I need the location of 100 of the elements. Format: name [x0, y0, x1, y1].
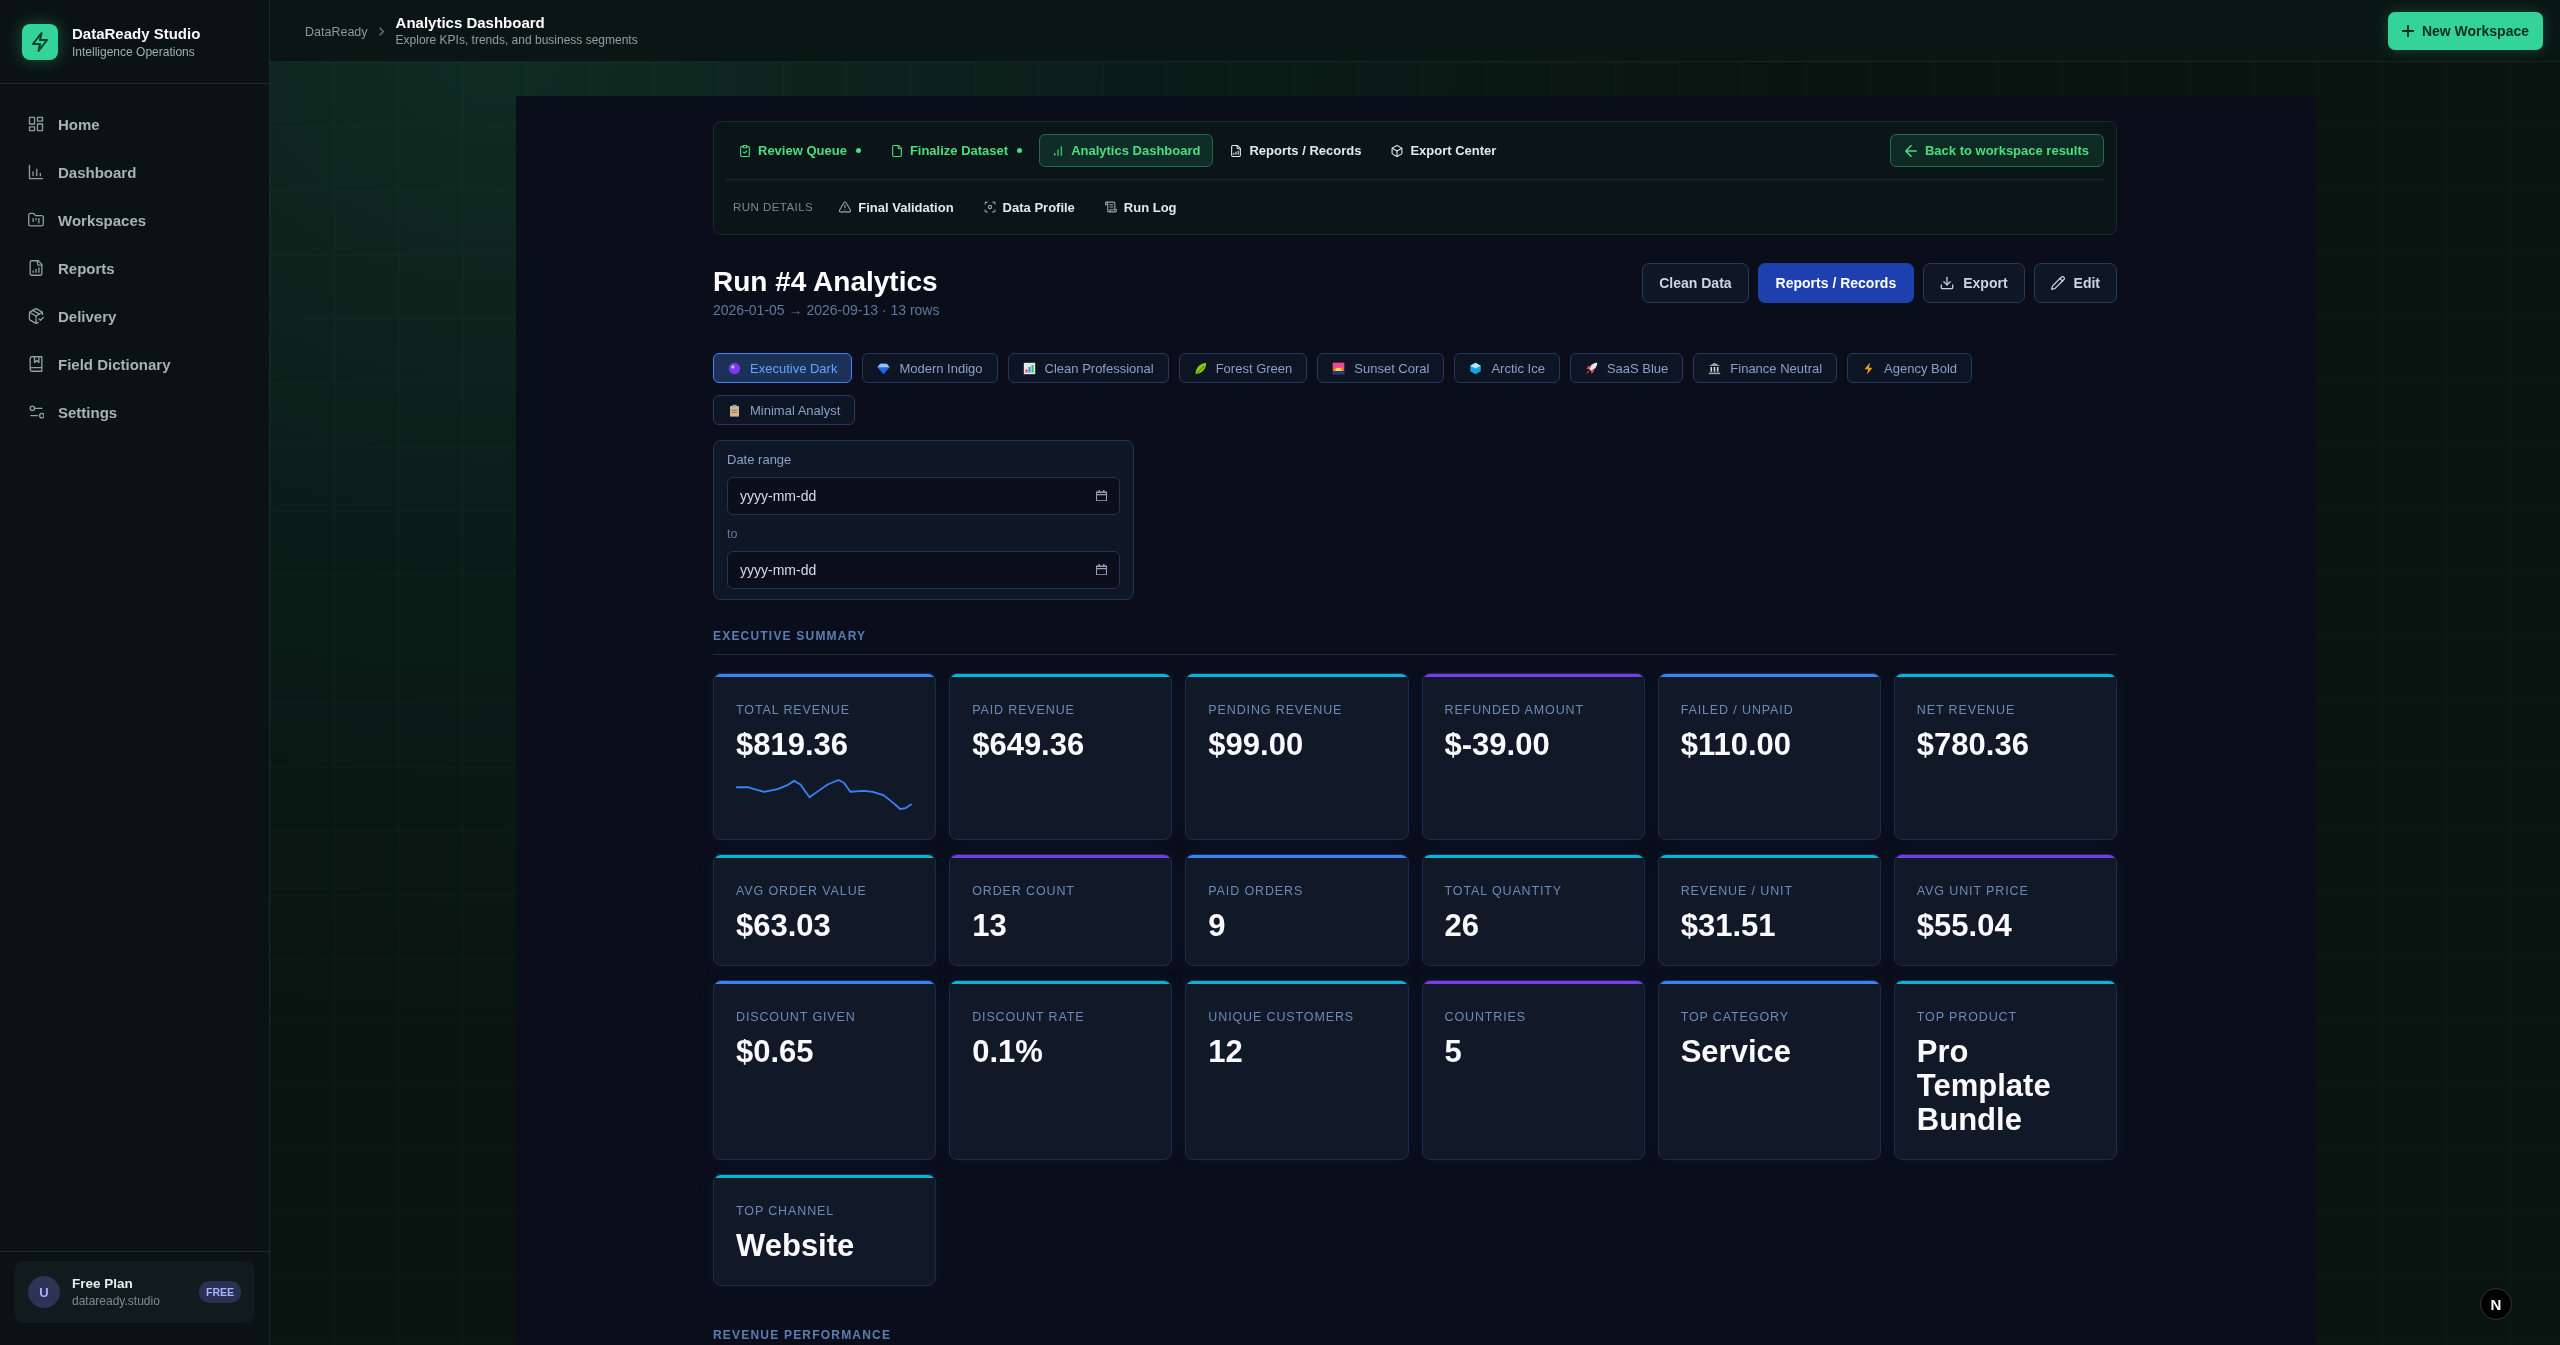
- cube-icon: [1469, 361, 1483, 375]
- kpi-value: $110.00: [1680, 728, 1792, 763]
- workflow-tab[interactable]: Review Queue: [726, 134, 874, 167]
- calendar-icon[interactable]: [1096, 564, 1107, 576]
- workflow-tab[interactable]: Reports / Records: [1217, 134, 1375, 167]
- kpi-label: PAID ORDERS: [1208, 883, 1305, 900]
- breadcrumb-link[interactable]: DataReady: [305, 24, 368, 39]
- kpi-label: NET REVENUE: [1916, 702, 2017, 719]
- kpi-label: AVG UNIT PRICE: [1916, 883, 2030, 900]
- page-title: Run #4 Analytics: [713, 266, 939, 299]
- kpi-value: $99.00: [1208, 728, 1305, 763]
- kpi-label: PENDING REVENUE: [1208, 702, 1344, 719]
- kpi-label: TOTAL QUANTITY: [1444, 883, 1564, 900]
- kpi-label: REVENUE / UNIT: [1680, 883, 1794, 900]
- new-workspace-button[interactable]: New Workspace: [2387, 11, 2543, 50]
- kpi-value: 26: [1444, 909, 1480, 944]
- plus-icon: [2401, 24, 2414, 37]
- kpi-value: $31.51: [1680, 909, 1777, 944]
- theme-chip[interactable]: Minimal Analyst: [713, 395, 856, 426]
- workflow-tab[interactable]: Finalize Dataset: [877, 134, 1036, 167]
- kpi-value: 13: [972, 909, 1008, 944]
- kpi-value: $0.65: [736, 1035, 815, 1070]
- kpi-label: TOP CHANNEL: [736, 1203, 836, 1220]
- dot-icon: [1017, 148, 1023, 153]
- action-button[interactable]: Clean Data: [1642, 263, 1749, 303]
- theme-chip[interactable]: Finance Neutral: [1693, 353, 1838, 384]
- run-detail-link[interactable]: Data Profile: [983, 199, 1075, 215]
- nav-item[interactable]: Settings: [12, 388, 257, 436]
- folder-icon: [28, 212, 44, 228]
- kpi-label: TOP PRODUCT: [1916, 1009, 2018, 1026]
- kpi-label: ORDER COUNT: [972, 883, 1076, 900]
- nav-item[interactable]: Field Dictionary: [12, 340, 257, 388]
- nav-item[interactable]: Delivery: [12, 292, 257, 340]
- document-chart-icon: [28, 260, 44, 276]
- kpi-value: 5: [1444, 1035, 1463, 1070]
- brand-tagline: Intelligence Operations: [72, 44, 196, 59]
- plan-domain: dataready.studio: [72, 1294, 161, 1308]
- nav-item[interactable]: Workspaces: [12, 196, 257, 244]
- kpi-label: DISCOUNT RATE: [972, 1009, 1086, 1026]
- theme-chip[interactable]: Arctic Ice: [1454, 353, 1560, 384]
- kpi-value: Website: [736, 1229, 856, 1264]
- leaf-icon: [1193, 361, 1207, 375]
- kpi-label: TOTAL REVENUE: [736, 702, 851, 719]
- kpi-value: Pro Template Bundle: [1916, 1035, 2052, 1138]
- kpi-label: REFUNDED AMOUNT: [1444, 702, 1586, 719]
- scan-icon: [983, 201, 996, 213]
- plan-badge: FREE: [199, 1281, 241, 1303]
- kpi-value: 12: [1208, 1035, 1244, 1070]
- bar-chart-icon: [1052, 144, 1065, 157]
- action-button[interactable]: Export: [1923, 263, 2025, 303]
- date-field[interactable]: yyyy-mm-dd: [727, 477, 1120, 516]
- run-detail-link[interactable]: Final Validation: [839, 199, 954, 215]
- workflow-tab[interactable]: Export Center: [1378, 134, 1510, 167]
- date-field[interactable]: yyyy-mm-dd: [727, 551, 1120, 590]
- orb-icon: [728, 361, 741, 375]
- theme-chip[interactable]: Agency Bold: [1847, 353, 1973, 384]
- box-check-icon: [28, 308, 44, 324]
- kpi-value: Service: [1680, 1035, 1792, 1070]
- run-meta: 2026-01-05 → 2026-09-13 · 13 rows: [713, 302, 940, 319]
- action-button[interactable]: Reports / Records: [1757, 263, 1915, 303]
- header-title: Analytics Dashboard: [395, 14, 546, 31]
- sliders-icon: [28, 404, 44, 420]
- theme-chip[interactable]: Executive Dark: [713, 353, 853, 384]
- plan-title: Free Plan: [72, 1276, 134, 1291]
- back-button[interactable]: Back to workspace results: [1889, 134, 2104, 167]
- kpi-label: COUNTRIES: [1444, 1009, 1527, 1026]
- document-chart-icon: [1230, 144, 1243, 157]
- field-label: Date range: [727, 452, 793, 469]
- section-heading: EXECUTIVE SUMMARY: [713, 629, 2117, 656]
- kpi-label: FAILED / UNPAID: [1680, 702, 1795, 719]
- kpi-value: 9: [1208, 909, 1227, 944]
- run-details-label: RUN DETAILS: [733, 201, 814, 213]
- nav-item[interactable]: Reports: [12, 244, 257, 292]
- nav-item[interactable]: Home: [12, 100, 257, 148]
- theme-chip[interactable]: Clean Professional: [1007, 353, 1169, 384]
- run-detail-link[interactable]: Run Log: [1104, 199, 1177, 215]
- book-icon: [28, 356, 44, 372]
- theme-chip[interactable]: Forest Green: [1178, 353, 1308, 384]
- nav-item[interactable]: Dashboard: [12, 148, 257, 196]
- action-button[interactable]: Edit: [2033, 263, 2117, 303]
- calendar-icon[interactable]: [1096, 490, 1107, 502]
- kpi-value: $780.36: [1916, 728, 2030, 763]
- arrow-left-icon: [1904, 144, 1917, 157]
- theme-chip[interactable]: Sunset Coral: [1317, 353, 1445, 384]
- theme-chip[interactable]: Modern Indigo: [862, 353, 998, 384]
- box-icon: [1391, 144, 1404, 157]
- clipboard-check-icon: [739, 144, 751, 157]
- kpi-label: TOP CATEGORY: [1680, 1009, 1790, 1026]
- theme-chip[interactable]: SaaS Blue: [1569, 353, 1684, 384]
- sunset-icon: [1332, 361, 1346, 375]
- gem-icon: [877, 361, 891, 375]
- separator-label: to: [727, 526, 739, 543]
- kpi-label: UNIQUE CUSTOMERS: [1208, 1009, 1356, 1026]
- kpi-value: $55.04: [1916, 909, 2013, 944]
- grid-icon: [28, 116, 44, 132]
- avatar-initial: U: [28, 1276, 60, 1308]
- header-subtitle: Explore KPIs, trends, and business segments: [395, 33, 638, 47]
- workflow-tab[interactable]: Analytics Dashboard: [1039, 134, 1214, 167]
- kpi-value: $819.36: [736, 728, 850, 763]
- bank-icon: [1708, 361, 1722, 375]
